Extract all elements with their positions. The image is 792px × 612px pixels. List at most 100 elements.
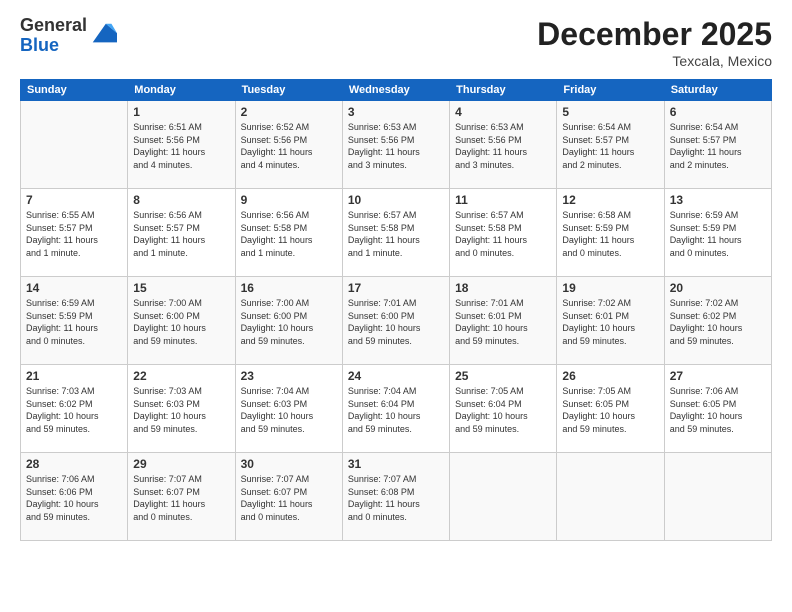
logo-icon [89, 20, 117, 48]
calendar-cell: 3 Sunrise: 6:53 AM Sunset: 5:56 PM Daylig… [342, 101, 449, 189]
day-number: 7 [26, 193, 122, 207]
day-number: 2 [241, 105, 337, 119]
day-info: Sunrise: 7:04 AM Sunset: 6:03 PM Dayligh… [241, 385, 337, 435]
week-row-5: 28 Sunrise: 7:06 AM Sunset: 6:06 PM Dayli… [21, 453, 772, 541]
day-info: Sunrise: 6:54 AM Sunset: 5:57 PM Dayligh… [670, 121, 766, 171]
day-number: 28 [26, 457, 122, 471]
calendar-cell: 11 Sunrise: 6:57 AM Sunset: 5:58 PM Dayli… [450, 189, 557, 277]
day-info: Sunrise: 6:53 AM Sunset: 5:56 PM Dayligh… [348, 121, 444, 171]
day-number: 20 [670, 281, 766, 295]
day-number: 19 [562, 281, 658, 295]
day-info: Sunrise: 7:07 AM Sunset: 6:08 PM Dayligh… [348, 473, 444, 523]
day-info: Sunrise: 7:07 AM Sunset: 6:07 PM Dayligh… [133, 473, 229, 523]
col-header-sunday: Sunday [21, 80, 128, 101]
calendar-cell: 29 Sunrise: 7:07 AM Sunset: 6:07 PM Dayli… [128, 453, 235, 541]
calendar-cell: 6 Sunrise: 6:54 AM Sunset: 5:57 PM Daylig… [664, 101, 771, 189]
calendar-cell: 14Sunrise: 6:59 AM Sunset: 5:59 PM Dayli… [21, 277, 128, 365]
calendar-cell: 20 Sunrise: 7:02 AM Sunset: 6:02 PM Dayli… [664, 277, 771, 365]
calendar-table: SundayMondayTuesdayWednesdayThursdayFrid… [20, 79, 772, 541]
calendar-cell: 2Sunrise: 6:52 AM Sunset: 5:56 PM Daylig… [235, 101, 342, 189]
calendar-cell: 15Sunrise: 7:00 AM Sunset: 6:00 PM Dayli… [128, 277, 235, 365]
logo: General Blue [20, 16, 117, 56]
day-info: Sunrise: 7:05 AM Sunset: 6:05 PM Dayligh… [562, 385, 658, 435]
month-title: December 2025 [537, 16, 772, 53]
day-info: Sunrise: 6:59 AM Sunset: 5:59 PM Dayligh… [26, 297, 122, 347]
day-info: Sunrise: 7:01 AM Sunset: 6:01 PM Dayligh… [455, 297, 551, 347]
day-number: 25 [455, 369, 551, 383]
calendar-cell: 17 Sunrise: 7:01 AM Sunset: 6:00 PM Dayli… [342, 277, 449, 365]
day-number: 3 [348, 105, 444, 119]
calendar-cell: 8 Sunrise: 6:56 AM Sunset: 5:57 PM Daylig… [128, 189, 235, 277]
calendar-cell [557, 453, 664, 541]
day-number: 22 [133, 369, 229, 383]
page: General Blue December 2025 Texcala, Mexi… [0, 0, 792, 612]
day-info: Sunrise: 6:56 AM Sunset: 5:58 PM Dayligh… [241, 209, 337, 259]
day-number: 5 [562, 105, 658, 119]
day-number: 6 [670, 105, 766, 119]
day-number: 13 [670, 193, 766, 207]
day-number: 9 [241, 193, 337, 207]
day-info: Sunrise: 7:05 AM Sunset: 6:04 PM Dayligh… [455, 385, 551, 435]
day-info: Sunrise: 7:02 AM Sunset: 6:01 PM Dayligh… [562, 297, 658, 347]
col-header-wednesday: Wednesday [342, 80, 449, 101]
day-info: Sunrise: 7:01 AM Sunset: 6:00 PM Dayligh… [348, 297, 444, 347]
calendar-cell: 9 Sunrise: 6:56 AM Sunset: 5:58 PM Daylig… [235, 189, 342, 277]
day-number: 4 [455, 105, 551, 119]
header-row: SundayMondayTuesdayWednesdayThursdayFrid… [21, 80, 772, 101]
calendar-cell: 30Sunrise: 7:07 AM Sunset: 6:07 PM Dayli… [235, 453, 342, 541]
day-number: 10 [348, 193, 444, 207]
calendar-cell: 22 Sunrise: 7:03 AM Sunset: 6:03 PM Dayli… [128, 365, 235, 453]
col-header-monday: Monday [128, 80, 235, 101]
calendar-cell: 13 Sunrise: 6:59 AM Sunset: 5:59 PM Dayli… [664, 189, 771, 277]
calendar-cell: 23 Sunrise: 7:04 AM Sunset: 6:03 PM Dayli… [235, 365, 342, 453]
day-info: Sunrise: 6:54 AM Sunset: 5:57 PM Dayligh… [562, 121, 658, 171]
day-info: Sunrise: 7:07 AM Sunset: 6:07 PM Dayligh… [241, 473, 337, 523]
calendar-cell: 26 Sunrise: 7:05 AM Sunset: 6:05 PM Dayli… [557, 365, 664, 453]
day-info: Sunrise: 6:53 AM Sunset: 5:56 PM Dayligh… [455, 121, 551, 171]
logo-blue: Blue [20, 35, 59, 55]
day-number: 24 [348, 369, 444, 383]
day-number: 18 [455, 281, 551, 295]
week-row-3: 14Sunrise: 6:59 AM Sunset: 5:59 PM Dayli… [21, 277, 772, 365]
day-info: Sunrise: 7:00 AM Sunset: 6:00 PM Dayligh… [241, 297, 337, 347]
calendar-cell [664, 453, 771, 541]
day-info: Sunrise: 7:06 AM Sunset: 6:06 PM Dayligh… [26, 473, 122, 523]
day-number: 11 [455, 193, 551, 207]
calendar-cell: 24 Sunrise: 7:04 AM Sunset: 6:04 PM Dayli… [342, 365, 449, 453]
col-header-friday: Friday [557, 80, 664, 101]
day-number: 8 [133, 193, 229, 207]
day-number: 27 [670, 369, 766, 383]
week-row-4: 21Sunrise: 7:03 AM Sunset: 6:02 PM Dayli… [21, 365, 772, 453]
day-info: Sunrise: 7:02 AM Sunset: 6:02 PM Dayligh… [670, 297, 766, 347]
day-number: 29 [133, 457, 229, 471]
calendar-cell: 27 Sunrise: 7:06 AM Sunset: 6:05 PM Dayli… [664, 365, 771, 453]
day-number: 31 [348, 457, 444, 471]
day-info: Sunrise: 6:56 AM Sunset: 5:57 PM Dayligh… [133, 209, 229, 259]
day-number: 15 [133, 281, 229, 295]
week-row-1: 1Sunrise: 6:51 AM Sunset: 5:56 PM Daylig… [21, 101, 772, 189]
title-block: December 2025 Texcala, Mexico [537, 16, 772, 69]
location: Texcala, Mexico [537, 53, 772, 69]
day-number: 12 [562, 193, 658, 207]
day-info: Sunrise: 7:04 AM Sunset: 6:04 PM Dayligh… [348, 385, 444, 435]
calendar-cell: 31 Sunrise: 7:07 AM Sunset: 6:08 PM Dayli… [342, 453, 449, 541]
day-info: Sunrise: 7:03 AM Sunset: 6:03 PM Dayligh… [133, 385, 229, 435]
calendar-cell: 5 Sunrise: 6:54 AM Sunset: 5:57 PM Daylig… [557, 101, 664, 189]
day-number: 16 [241, 281, 337, 295]
day-number: 1 [133, 105, 229, 119]
day-info: Sunrise: 6:59 AM Sunset: 5:59 PM Dayligh… [670, 209, 766, 259]
day-info: Sunrise: 6:57 AM Sunset: 5:58 PM Dayligh… [455, 209, 551, 259]
calendar-cell: 19 Sunrise: 7:02 AM Sunset: 6:01 PM Dayli… [557, 277, 664, 365]
calendar-cell: 12 Sunrise: 6:58 AM Sunset: 5:59 PM Dayli… [557, 189, 664, 277]
col-header-thursday: Thursday [450, 80, 557, 101]
day-info: Sunrise: 6:55 AM Sunset: 5:57 PM Dayligh… [26, 209, 122, 259]
day-number: 26 [562, 369, 658, 383]
day-number: 17 [348, 281, 444, 295]
day-number: 23 [241, 369, 337, 383]
day-info: Sunrise: 6:58 AM Sunset: 5:59 PM Dayligh… [562, 209, 658, 259]
logo-general: General [20, 15, 87, 35]
calendar-cell: 7 Sunrise: 6:55 AM Sunset: 5:57 PM Daylig… [21, 189, 128, 277]
calendar-cell: 21Sunrise: 7:03 AM Sunset: 6:02 PM Dayli… [21, 365, 128, 453]
calendar-cell: 18 Sunrise: 7:01 AM Sunset: 6:01 PM Dayli… [450, 277, 557, 365]
day-info: Sunrise: 7:06 AM Sunset: 6:05 PM Dayligh… [670, 385, 766, 435]
